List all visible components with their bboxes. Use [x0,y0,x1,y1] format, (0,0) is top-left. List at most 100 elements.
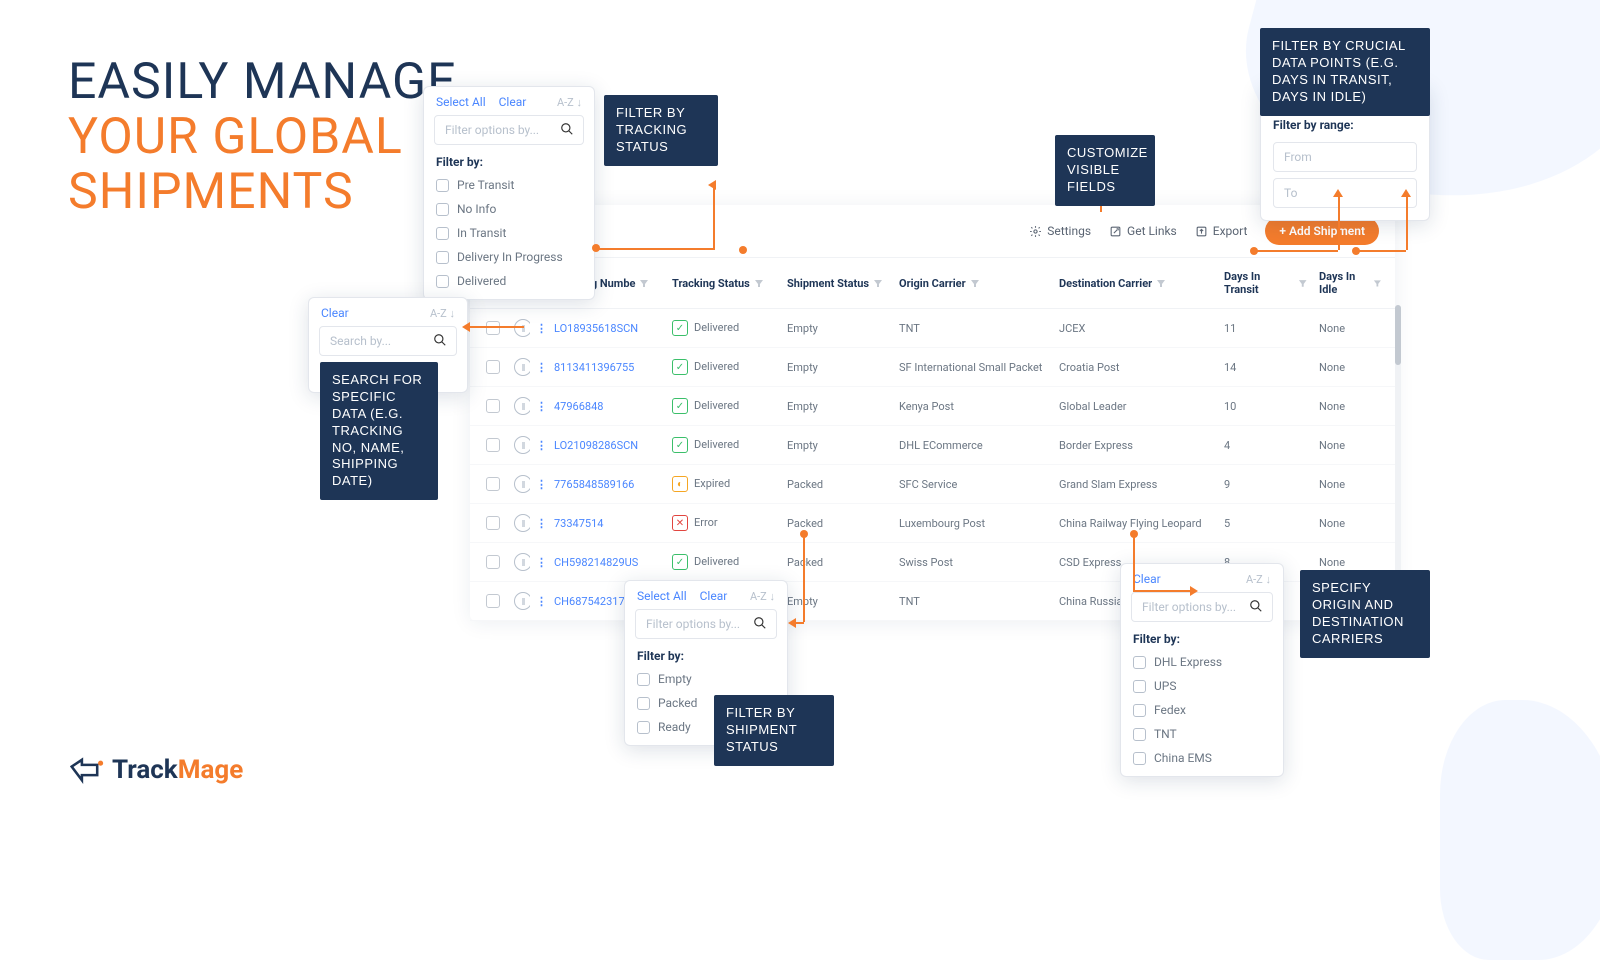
scrollbar[interactable] [1395,305,1401,581]
row-menu[interactable]: ⋮ [536,322,548,335]
row-menu[interactable]: ⋮ [536,361,548,374]
table-toolbar: Settings Get Links Export + Add Shipment [470,205,1395,258]
origin-carrier-value: Kenya Post [893,390,1053,423]
row-checkbox[interactable] [486,438,500,452]
sort-toggle[interactable]: A-Z ↓ [557,96,582,109]
filter-option[interactable]: TNT [1121,722,1283,746]
barcode-icon[interactable]: ||| [514,514,530,532]
tracking-status-filter: Select All Clear A-Z ↓ Filter by: Pre Tr… [423,86,595,300]
tracking-number-link[interactable]: 8113411396755 [554,361,634,374]
export-icon [1195,225,1208,238]
filter-option[interactable]: UPS [1121,674,1283,698]
filter-option[interactable]: DHL Express [1121,650,1283,674]
checkbox-icon [637,721,650,734]
filter-option[interactable]: Fedex [1121,698,1283,722]
clear-link[interactable]: Clear [1133,572,1161,586]
col-tracking-status[interactable]: Tracking Status [666,258,781,308]
search-icon [433,333,447,350]
status-icon: ✓ [672,398,688,414]
row-checkbox[interactable] [486,516,500,530]
row-checkbox[interactable] [486,321,500,335]
destination-carrier-value: Croatia Post [1053,351,1218,384]
settings-button[interactable]: Settings [1029,224,1091,238]
col-days-in-transit[interactable]: Days In Transit [1218,258,1313,308]
checkbox-icon [1133,680,1146,693]
tracking-number-link[interactable]: LO21098286SCN [554,439,638,452]
col-destination-carrier[interactable]: Destination Carrier [1053,258,1218,308]
barcode-icon[interactable]: ||| [514,592,530,610]
table-row: |||⋮47966848✓DeliveredEmptyKenya PostGlo… [470,387,1395,426]
clear-link[interactable]: Clear [700,589,728,603]
sort-toggle[interactable]: A-Z ↓ [1246,573,1271,586]
headline-line-1: Easily Manage [68,55,457,110]
tracking-number-link[interactable]: CH598214829US [554,556,638,569]
days-in-transit-value: 5 [1218,507,1313,540]
status-icon: ✓ [672,320,688,336]
headline-line-3: Shipments [68,165,457,220]
select-all-link[interactable]: Select All [436,95,486,109]
row-checkbox[interactable] [486,360,500,374]
tracking-number-link[interactable]: 7765848589166 [554,478,634,491]
add-shipment-button[interactable]: + Add Shipment [1265,217,1379,245]
tracking-number-link[interactable]: 47966848 [554,400,603,413]
filter-option[interactable]: Pre Transit [424,173,594,197]
barcode-icon[interactable]: ||| [514,358,530,376]
row-checkbox[interactable] [486,477,500,491]
tracking-number-link[interactable]: LO18935618SCN [554,322,638,335]
row-menu[interactable]: ⋮ [536,595,548,608]
col-days-in-idle[interactable]: Days In Idle [1313,258,1388,308]
get-links-button[interactable]: Get Links [1109,224,1177,238]
checkbox-icon [436,275,449,288]
tracking-number-link[interactable]: 73347514 [554,517,603,530]
row-menu[interactable]: ⋮ [536,400,548,413]
row-checkbox[interactable] [486,399,500,413]
days-in-idle-value: None [1313,429,1388,462]
barcode-icon[interactable]: ||| [514,553,530,571]
callout-carriers: Specify origin and destination carriers [1300,570,1430,658]
filter-option[interactable]: China EMS [1121,746,1283,770]
headline: Easily Manage Your Global Shipments [68,55,457,220]
col-shipment-status[interactable]: Shipment Status [781,258,893,308]
origin-carrier-value: Luxembourg Post [893,507,1053,540]
origin-carrier-value: SF International Small Packet [893,351,1053,384]
clear-link[interactable]: Clear [321,306,349,320]
link-icon [1109,225,1122,238]
filter-option[interactable]: No Info [424,197,594,221]
days-in-idle-value: None [1313,312,1388,345]
filter-option[interactable]: In Transit [424,221,594,245]
row-menu[interactable]: ⋮ [536,517,548,530]
checkbox-icon [637,673,650,686]
shipment-status-value: Empty [781,312,893,345]
days-in-transit-value: 9 [1218,468,1313,501]
status-icon: ✓ [672,437,688,453]
filter-option[interactable]: Delivered [424,269,594,293]
barcode-icon[interactable]: ||| [514,436,530,454]
sort-toggle[interactable]: A-Z ↓ [430,307,455,320]
row-menu[interactable]: ⋮ [536,478,548,491]
days-in-transit-value: 11 [1218,312,1313,345]
sort-toggle[interactable]: A-Z ↓ [750,590,775,603]
filter-range-label: Filter by range: [1261,114,1429,136]
range-from-input[interactable] [1273,142,1417,172]
row-checkbox[interactable] [486,555,500,569]
barcode-icon[interactable]: ||| [514,397,530,415]
tracking-status-value: Error [694,516,718,529]
days-in-transit-value: 14 [1218,351,1313,384]
filter-option[interactable]: Delivery In Progress [424,245,594,269]
col-origin-carrier[interactable]: Origin Carrier [893,258,1053,308]
callout-shipment-status: Filter by shipment status [714,695,834,766]
row-menu[interactable]: ⋮ [536,439,548,452]
tracking-status-value: Delivered [694,360,739,373]
origin-carrier-value: DHL ECommerce [893,429,1053,462]
clear-link[interactable]: Clear [499,95,527,109]
range-to-input[interactable] [1273,178,1417,208]
export-button[interactable]: Export [1195,224,1248,238]
row-checkbox[interactable] [486,594,500,608]
shipments-table: Settings Get Links Export + Add Shipment… [470,205,1395,621]
row-menu[interactable]: ⋮ [536,556,548,569]
filter-option[interactable]: Empty [625,667,787,691]
select-all-link[interactable]: Select All [637,589,687,603]
barcode-icon[interactable]: ||| [514,475,530,493]
logo-text: TrackMage [112,755,243,785]
barcode-icon[interactable]: ||| [514,319,530,337]
